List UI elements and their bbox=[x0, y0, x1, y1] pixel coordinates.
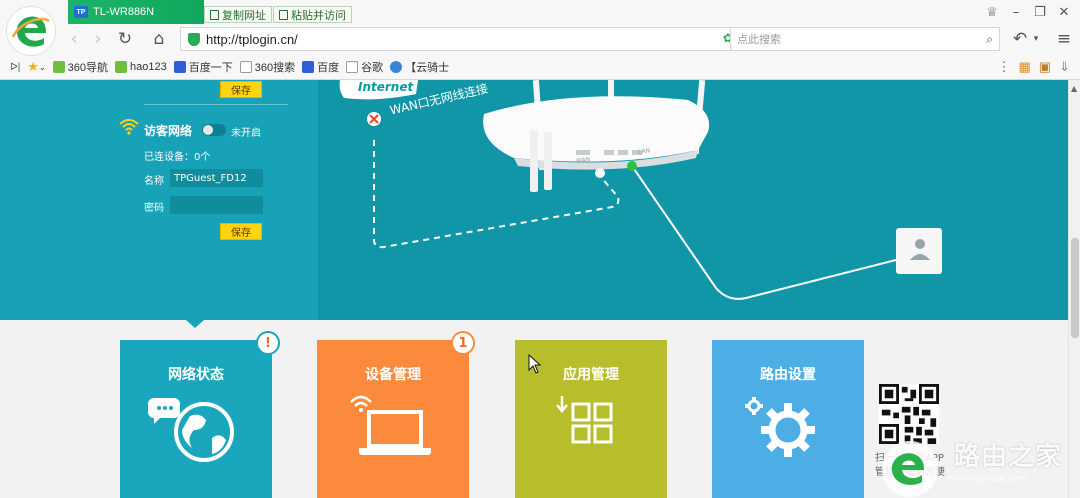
baidu-paw-icon bbox=[302, 61, 315, 73]
paste-icon bbox=[279, 9, 288, 20]
bookmarks-bar: ᐅ| ★ ⌄ 360导航 hao123 百度一下 360搜索 百度 谷歌 【云骑士… bbox=[0, 55, 1080, 79]
laptop-wifi-icon bbox=[350, 395, 431, 455]
baidu-paw-icon bbox=[173, 61, 186, 73]
yunqishi-icon bbox=[390, 61, 403, 73]
bookmark-yunqishi[interactable]: 【云骑士 bbox=[390, 59, 449, 75]
page-icon bbox=[346, 61, 359, 73]
undo-dropdown-icon[interactable]: ▾ bbox=[1026, 29, 1046, 49]
search-input[interactable]: 点此搜索 ⌕ bbox=[730, 27, 1000, 51]
check-icon bbox=[52, 61, 65, 73]
restore-icon[interactable]: ❐ bbox=[1030, 4, 1050, 20]
save-button-guest[interactable]: 保存 bbox=[220, 223, 262, 240]
watermark-url: www.luyouqi.com bbox=[948, 474, 1028, 484]
favorites-star-icon[interactable]: ★ ⌄ bbox=[27, 59, 45, 75]
search-icon[interactable]: ⌕ bbox=[986, 32, 993, 47]
bookmark-360nav[interactable]: 360导航 bbox=[52, 59, 108, 75]
download-icon[interactable]: ⇓ bbox=[1059, 59, 1070, 75]
bookmark-baidu-search[interactable]: 百度一下 bbox=[173, 59, 233, 75]
panel-pointer bbox=[186, 320, 204, 328]
tab-strip: TP TL-WR886N 复制网址 粘贴并访问 ♕ – ❐ ✕ bbox=[68, 0, 1080, 24]
tile-router-settings[interactable]: 路由设置 bbox=[712, 340, 864, 498]
watermark-title: 路由之家 bbox=[954, 442, 1063, 472]
name-label: 名称 bbox=[144, 176, 164, 187]
check-icon bbox=[115, 61, 128, 73]
copy-url-button[interactable]: 复制网址 bbox=[204, 6, 272, 23]
copy-icon bbox=[210, 9, 219, 20]
guest-network-title: 访客网络 bbox=[144, 124, 193, 138]
guest-network-state: 未开启 bbox=[231, 128, 261, 139]
close-icon[interactable]: ✕ bbox=[1054, 4, 1074, 20]
globe-chat-icon bbox=[148, 398, 234, 462]
sidebar-toggle-icon[interactable]: ᐅ| bbox=[10, 62, 20, 73]
refresh-icon[interactable]: ↻ bbox=[115, 29, 135, 49]
tile-network-status[interactable]: ! 网络状态 bbox=[120, 331, 280, 498]
minimize-icon[interactable]: – bbox=[1006, 4, 1026, 20]
bookmark-google[interactable]: 谷歌 bbox=[346, 59, 383, 75]
image-icon[interactable]: ▣ bbox=[1039, 59, 1051, 75]
tab-router[interactable]: TP TL-WR886N bbox=[68, 0, 204, 24]
guest-ssid-input[interactable]: TPGuest_FD12 bbox=[170, 169, 263, 187]
network-diagram-banner: Internet WAN口无网线连接 WAN LAN bbox=[318, 80, 1068, 320]
internet-label: Internet bbox=[358, 80, 414, 94]
wifi-icon bbox=[119, 119, 139, 135]
scroll-up-icon[interactable]: ▲ bbox=[1071, 84, 1077, 93]
more-icon[interactable]: ⋮ bbox=[998, 59, 1011, 75]
url-text: http://tplogin.cn/ bbox=[206, 31, 298, 47]
scrollbar-thumb[interactable] bbox=[1071, 238, 1079, 338]
home-icon[interactable]: ⌂ bbox=[149, 29, 169, 49]
security-shield-icon bbox=[188, 32, 200, 46]
browser-logo-icon[interactable] bbox=[6, 6, 56, 56]
page-scrollbar[interactable]: ▲ bbox=[1068, 80, 1080, 498]
router-admin-page: 保存 访客网络 未开启 已连设备：0个 名称 TPGuest_FD12 密码 保… bbox=[0, 80, 1068, 498]
paste-and-go-button[interactable]: 粘贴并访问 bbox=[273, 6, 352, 23]
browser-chrome: TP TL-WR886N 复制网址 粘贴并访问 ♕ – ❐ ✕ ‹ › ↻ ⌂ … bbox=[0, 0, 1080, 80]
forward-icon[interactable]: › bbox=[88, 29, 108, 49]
gear-icon bbox=[745, 397, 815, 457]
mouse-cursor-icon bbox=[528, 354, 542, 374]
tile-device-management[interactable]: 1 设备管理 bbox=[317, 331, 475, 498]
page-icon bbox=[239, 61, 252, 73]
password-label: 密码 bbox=[144, 203, 164, 214]
back-icon[interactable]: ‹ bbox=[64, 29, 84, 49]
navigation-bar: ‹ › ↻ ⌂ http://tplogin.cn/ ✿ ⓔ ⌄ 点此搜索 ⌕ … bbox=[60, 24, 1080, 54]
menu-icon[interactable]: ≡ bbox=[1054, 29, 1074, 49]
apps-icon[interactable]: ▦ bbox=[1019, 59, 1031, 75]
skin-icon[interactable]: ♕ bbox=[982, 4, 1002, 20]
tp-favicon-icon: TP bbox=[74, 6, 88, 18]
guest-network-toggle[interactable] bbox=[202, 124, 226, 136]
bookmark-hao123[interactable]: hao123 bbox=[115, 61, 167, 73]
bookmark-baidu[interactable]: 百度 bbox=[302, 59, 339, 75]
bookmark-360search[interactable]: 360搜索 bbox=[239, 59, 295, 75]
tab-title: TL-WR886N bbox=[93, 6, 155, 18]
save-button-top[interactable]: 保存 bbox=[220, 81, 262, 98]
wireless-settings-panel: 保存 访客网络 未开启 已连设备：0个 名称 TPGuest_FD12 密码 保… bbox=[0, 80, 318, 320]
connected-devices-label: 已连设备：0个 bbox=[144, 152, 211, 163]
guest-password-input[interactable] bbox=[170, 196, 263, 214]
address-bar[interactable]: http://tplogin.cn/ ✿ ⓔ ⌄ bbox=[180, 27, 772, 51]
